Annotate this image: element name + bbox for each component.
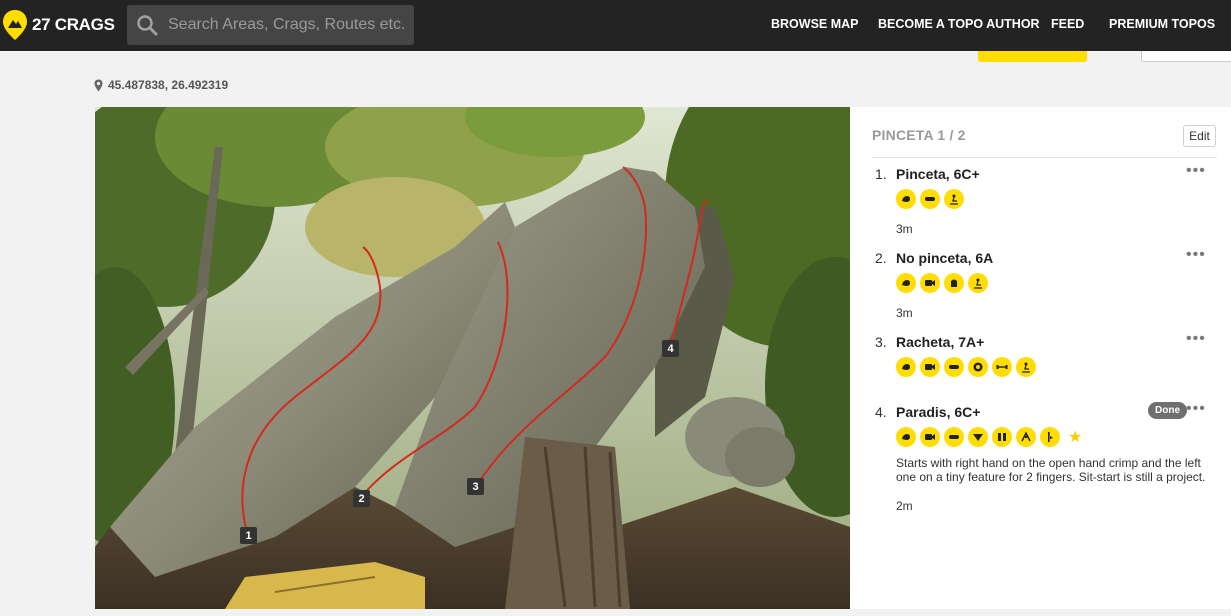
route-marker-1[interactable]: 1 bbox=[240, 527, 257, 544]
route-style-icons bbox=[896, 189, 964, 209]
route-style-icons bbox=[896, 273, 988, 293]
primary-action-button[interactable] bbox=[978, 51, 1087, 62]
nav-become-topo-author[interactable]: BECOME A TOPO AUTHOR bbox=[878, 17, 1040, 31]
more-options-icon[interactable]: ••• bbox=[1186, 162, 1206, 180]
route-length: 3m bbox=[896, 306, 913, 320]
route-number: 3. bbox=[875, 334, 887, 350]
top-navigation-bar: 27 CRAGS BROWSE MAP BECOME A TOPO AUTHOR… bbox=[0, 0, 1231, 51]
nav-feed[interactable]: FEED bbox=[1051, 17, 1084, 31]
dyno-icon bbox=[992, 357, 1012, 377]
panel-divider bbox=[872, 157, 1217, 158]
sit-start-icon bbox=[944, 189, 964, 209]
video-icon bbox=[920, 357, 940, 377]
route-length: 2m bbox=[896, 499, 913, 513]
more-options-icon[interactable]: ••• bbox=[1186, 330, 1206, 348]
route-number: 1. bbox=[875, 166, 887, 182]
sit-start-icon bbox=[1016, 357, 1036, 377]
route-number: 2. bbox=[875, 250, 887, 266]
route-description: Starts with right hand on the open hand … bbox=[896, 456, 1206, 484]
boulder-photo-illustration bbox=[95, 107, 850, 609]
crimp-icon bbox=[896, 273, 916, 293]
arete-icon bbox=[1040, 427, 1060, 447]
search-input[interactable] bbox=[166, 15, 410, 35]
pocket-icon bbox=[968, 357, 988, 377]
brand-name: 27 CRAGS bbox=[32, 15, 115, 34]
topo-photo[interactable]: 1 2 3 4 bbox=[95, 107, 850, 609]
sit-start-icon bbox=[968, 273, 988, 293]
star-icon: ★ bbox=[1068, 429, 1083, 446]
search-icon bbox=[137, 15, 158, 36]
pinch-icon bbox=[920, 189, 940, 209]
video-icon bbox=[920, 427, 940, 447]
done-badge: Done bbox=[1148, 402, 1187, 419]
sloper-icon bbox=[968, 427, 988, 447]
route-name[interactable]: Pinceta, 6C+ bbox=[896, 166, 980, 182]
topo-routes-panel: PINCETA 1 / 2 Edit 1. Pinceta, 6C+ ••• 3… bbox=[850, 107, 1231, 609]
route-length: 3m bbox=[896, 222, 913, 236]
pinch-icon bbox=[944, 357, 964, 377]
video-icon bbox=[920, 273, 940, 293]
brand-logo[interactable]: 27 CRAGS bbox=[2, 9, 115, 41]
nav-premium-topos[interactable]: PREMIUM TOPOS bbox=[1109, 17, 1215, 31]
route-marker-2[interactable]: 2 bbox=[353, 490, 370, 507]
map-pin-icon bbox=[94, 79, 103, 91]
page-bottom-edge bbox=[0, 609, 1231, 616]
search-box[interactable] bbox=[127, 5, 414, 45]
route-style-icons bbox=[896, 357, 1036, 377]
location-pin-logo-icon bbox=[3, 10, 27, 40]
crimp-icon bbox=[896, 427, 916, 447]
gps-coordinates[interactable]: 45.487838, 26.492319 bbox=[94, 78, 228, 92]
route-name[interactable]: Racheta, 7A+ bbox=[896, 334, 984, 350]
route-marker-3[interactable]: 3 bbox=[467, 478, 484, 495]
route-style-icons: ★ bbox=[896, 427, 1082, 447]
secondary-action-button[interactable] bbox=[1141, 51, 1231, 62]
sloper-icon bbox=[944, 273, 964, 293]
route-name[interactable]: No pinceta, 6A bbox=[896, 250, 993, 266]
route-marker-4[interactable]: 4 bbox=[662, 340, 679, 357]
pad-icon bbox=[992, 427, 1012, 447]
nav-browse-map[interactable]: BROWSE MAP bbox=[771, 17, 859, 31]
more-options-icon[interactable]: ••• bbox=[1186, 400, 1206, 418]
technical-icon bbox=[1016, 427, 1036, 447]
route-number: 4. bbox=[875, 404, 887, 420]
crimp-icon bbox=[896, 357, 916, 377]
edit-button[interactable]: Edit bbox=[1183, 125, 1216, 147]
route-name[interactable]: Paradis, 6C+ bbox=[896, 404, 980, 420]
more-options-icon[interactable]: ••• bbox=[1186, 246, 1206, 264]
crimp-icon bbox=[896, 189, 916, 209]
topo-title: PINCETA 1 / 2 bbox=[872, 127, 966, 143]
coordinates-text: 45.487838, 26.492319 bbox=[108, 78, 229, 92]
pinch-icon bbox=[944, 427, 964, 447]
